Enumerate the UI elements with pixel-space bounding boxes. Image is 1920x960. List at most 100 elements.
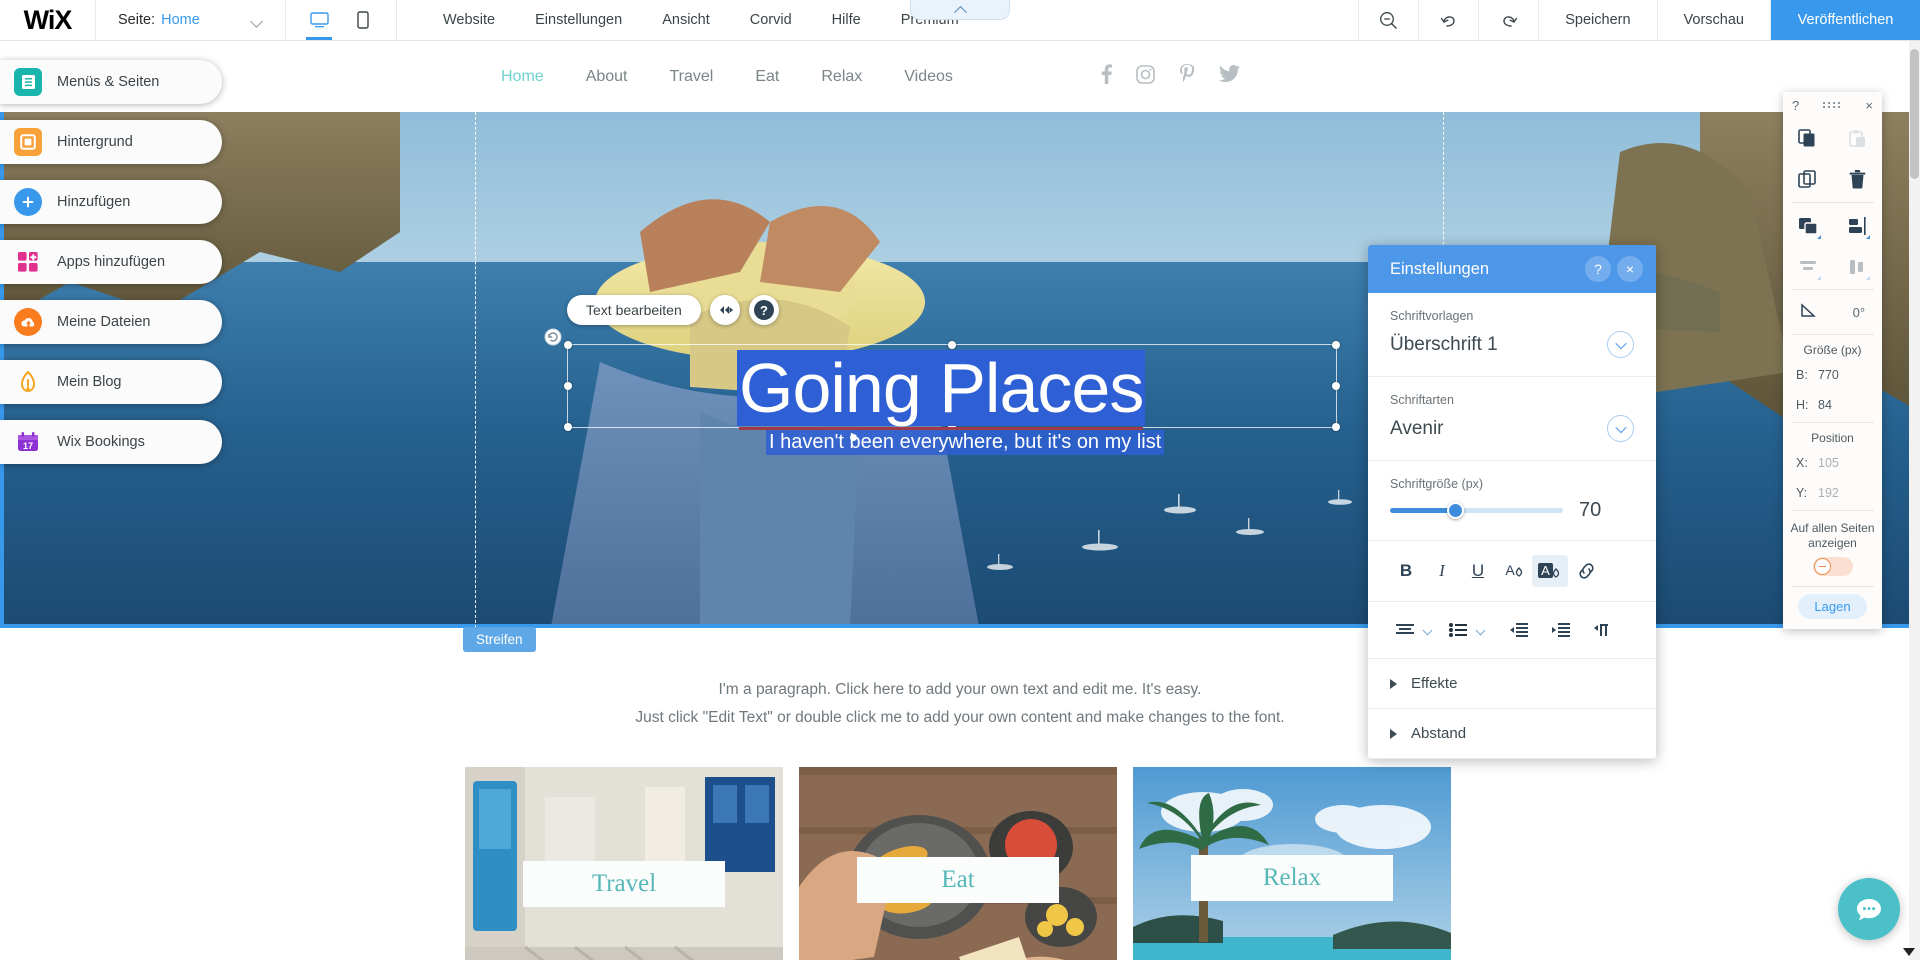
sidebar-item-wix-bookings[interactable]: 17 Wix Bookings [0,420,222,464]
svg-text:?: ? [760,303,768,318]
toolbar-divider [1791,586,1874,587]
resize-handle-left[interactable] [564,382,572,390]
list-style-chevron-down-icon[interactable] [1475,625,1486,635]
effects-accordion[interactable]: Effekte [1368,659,1656,709]
font-size-value[interactable]: 70 [1579,499,1601,522]
sidebar-item-apps[interactable]: Apps hinzufügen [0,240,222,284]
facebook-icon[interactable] [1101,64,1112,89]
hero-title[interactable]: Going Places [737,349,1146,430]
site-nav-videos[interactable]: Videos [883,68,974,86]
resize-handle-right[interactable] [1332,382,1340,390]
font-size-slider[interactable] [1390,502,1563,519]
position-y-field[interactable]: Y: 192 [1783,478,1882,508]
copy-icon[interactable] [1783,118,1833,159]
menu-item-hilfe[interactable]: Hilfe [812,0,881,40]
theme-setting-row: Schriftvorlagen Überschrift 1 [1368,293,1656,377]
site-nav-about[interactable]: About [565,68,649,86]
text-align-chevron-down-icon[interactable] [1422,625,1433,635]
hero-subtitle[interactable]: I haven't been everywhere, but it's on m… [766,430,1165,455]
card-eat[interactable]: Eat [799,767,1117,960]
menu-item-website[interactable]: Website [423,0,515,40]
card-relax[interactable]: Relax [1133,767,1451,960]
decrease-indent-button[interactable] [1502,615,1536,645]
layers-button[interactable]: Lagen [1798,594,1867,619]
arrange-icon[interactable] [1783,205,1833,246]
save-button[interactable]: Speichern [1538,0,1656,40]
text-highlight-button[interactable]: A [1532,555,1568,587]
mobile-view-icon[interactable] [348,0,378,40]
drag-grip-icon[interactable] [1823,102,1841,108]
chat-bubble-icon[interactable] [1838,878,1900,940]
page-scrollbar[interactable] [1909,41,1920,960]
menu-item-einstellungen[interactable]: Einstellungen [515,0,642,40]
align-icon[interactable] [1833,205,1883,246]
page-selector[interactable]: Seite: Home [96,0,286,40]
show-on-all-pages-toggle[interactable] [1812,557,1853,576]
menu-item-corvid[interactable]: Corvid [730,0,812,40]
resize-handle-top-right[interactable] [1332,341,1340,349]
theme-dropdown-chevron-down-icon[interactable] [1607,331,1634,358]
scroll-down-arrow-icon[interactable] [1903,948,1915,956]
text-color-button[interactable]: A [1496,555,1532,587]
twitter-icon[interactable] [1219,64,1240,88]
resize-handle-bottom-left[interactable] [564,423,572,431]
font-dropdown-chevron-down-icon[interactable] [1607,415,1634,442]
rotation-icon[interactable] [1800,302,1819,323]
my-files-cloud-icon [14,308,42,336]
desktop-view-icon[interactable] [304,0,334,40]
site-nav-travel[interactable]: Travel [649,68,735,86]
size-height-field[interactable]: H: 84 [1783,390,1882,420]
wix-logo[interactable]: WiX [0,0,96,40]
help-icon[interactable]: ? [748,295,779,325]
bold-button[interactable]: B [1388,555,1424,587]
site-nav-eat[interactable]: Eat [734,68,800,86]
redo-icon[interactable] [1478,0,1538,40]
underline-button[interactable]: U [1460,555,1496,587]
help-icon[interactable]: ? [1585,256,1611,282]
rotation-value[interactable]: 0° [1853,305,1865,320]
edit-text-button[interactable]: Text bearbeiten [567,295,701,325]
sidebar-item-my-blog[interactable]: Mein Blog [0,360,222,404]
sidebar-item-add[interactable]: Hinzufügen [0,180,222,224]
card-travel[interactable]: Travel [465,767,783,960]
resize-handle-bottom-right[interactable] [1332,423,1340,431]
animation-icon[interactable] [709,295,740,325]
collapse-topbar-handle[interactable] [910,0,1010,20]
close-icon[interactable]: × [1617,256,1643,282]
increase-indent-button[interactable] [1544,615,1578,645]
wix-editor-app: WiX Seite: Home Website Einstellungen An… [0,0,1920,960]
close-icon[interactable]: × [1865,98,1873,113]
rotate-handle-icon[interactable] [543,327,563,347]
toolbar-divider [1791,202,1874,203]
size-width-field[interactable]: B: 770 [1783,360,1882,390]
list-style-button[interactable] [1441,615,1475,645]
font-size-slider-knob[interactable] [1447,502,1464,519]
position-x-field[interactable]: X: 105 [1783,448,1882,478]
menu-item-ansicht[interactable]: Ansicht [642,0,730,40]
sidebar-item-my-files[interactable]: Meine Dateien [0,300,222,344]
resize-handle-top[interactable] [948,341,956,349]
help-icon[interactable]: ? [1792,98,1799,113]
zoom-out-icon[interactable] [1358,0,1418,40]
pinterest-icon[interactable] [1179,64,1195,89]
instagram-icon[interactable] [1136,64,1155,89]
spacing-accordion[interactable]: Abstand [1368,709,1656,759]
italic-button[interactable]: I [1424,555,1460,587]
sidebar-item-background[interactable]: Hintergrund [0,120,222,164]
site-nav-home[interactable]: Home [480,68,565,86]
background-icon [14,128,42,156]
duplicate-icon[interactable] [1783,159,1833,200]
strip-label-badge[interactable]: Streifen [463,627,536,652]
resize-handle-top-left[interactable] [564,341,572,349]
link-button[interactable] [1568,555,1604,587]
publish-button[interactable]: Veröffentlichen [1770,0,1920,40]
text-align-button[interactable] [1388,615,1422,645]
delete-icon[interactable] [1833,159,1883,200]
site-nav-relax[interactable]: Relax [800,68,883,86]
toolbar-divider [1791,422,1874,423]
undo-icon[interactable] [1418,0,1478,40]
sidebar-item-pages[interactable]: Menüs & Seiten [0,60,222,104]
scrollbar-thumb[interactable] [1910,49,1919,179]
preview-button[interactable]: Vorschau [1656,0,1770,40]
text-direction-button[interactable] [1586,615,1620,645]
